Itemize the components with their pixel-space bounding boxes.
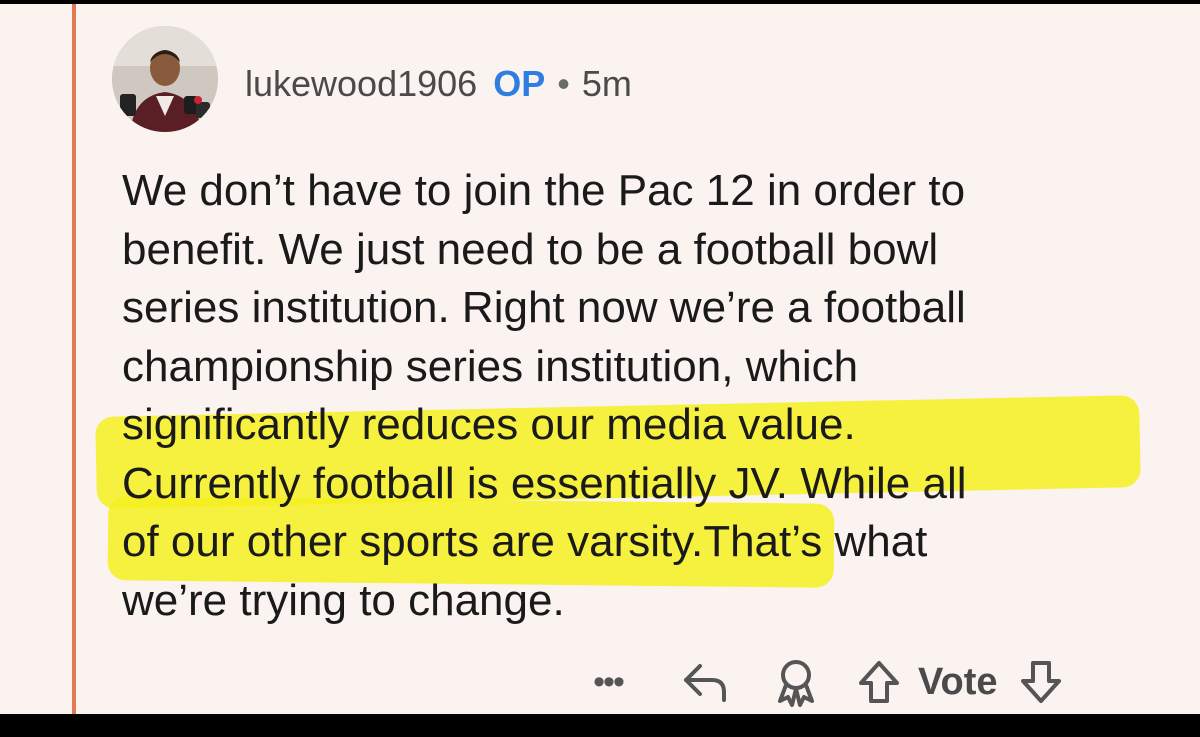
comment-body-line: series institution. Right now we’re a fo… xyxy=(122,283,966,332)
comment-body-line: Currently football is essentially JV. Wh… xyxy=(122,458,967,508)
comment-body-line: benefit. We just need to be a football b… xyxy=(122,224,939,274)
comment-body-line: We don’t have to join the Pac 12 in orde… xyxy=(122,166,966,215)
thread-line[interactable] xyxy=(72,4,76,714)
upvote-button[interactable] xyxy=(854,659,904,705)
downvote-button[interactable] xyxy=(1016,659,1066,705)
downvote-icon xyxy=(1020,661,1061,703)
comment-actions: ••• Vote xyxy=(580,652,1066,712)
meta-separator: • xyxy=(557,63,570,104)
award-icon xyxy=(778,660,814,707)
avatar-image xyxy=(112,26,218,132)
more-icon: ••• xyxy=(593,662,625,701)
upvote-icon xyxy=(859,661,899,703)
username[interactable]: lukewood1906 xyxy=(245,63,477,105)
more-options-button[interactable]: ••• xyxy=(580,663,636,702)
award-button[interactable] xyxy=(766,657,826,707)
vote-label: Vote xyxy=(918,660,998,703)
comment-body: We don’t have to join the Pac 12 in orde… xyxy=(122,162,1162,630)
reply-icon xyxy=(684,664,726,702)
op-badge: OP xyxy=(493,63,546,104)
reply-button[interactable] xyxy=(676,660,736,704)
screenshot-frame: lukewood1906 OP • 5m We don’t have to jo… xyxy=(0,0,1200,737)
comment-meta: lukewood1906 OP • 5m xyxy=(245,59,632,109)
timestamp: 5m xyxy=(581,63,632,104)
comment-body-line: significantly reduces our media value. xyxy=(122,400,856,449)
comment-body-line: of our other sports are varsity.That’s w… xyxy=(122,517,928,566)
avatar[interactable] xyxy=(112,26,218,132)
comment-body-line: we’re trying to change. xyxy=(122,575,565,625)
comment-body-line: championship series institution, which xyxy=(122,341,859,391)
comment-card: lukewood1906 OP • 5m We don’t have to jo… xyxy=(0,4,1200,714)
